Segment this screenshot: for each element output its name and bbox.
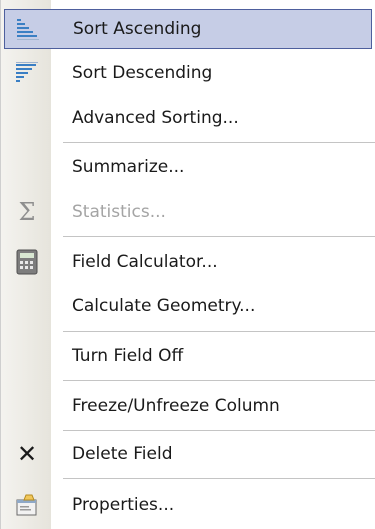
properties-icon [12, 490, 42, 520]
menu-item-properties[interactable]: Properties... [4, 485, 372, 525]
menu-separator [63, 142, 375, 143]
context-menu: Sort Ascending Sort Descending Advanced … [0, 0, 375, 529]
menu-item-label: Freeze/Unfreeze Column [72, 396, 280, 416]
menu-item-label: Properties... [72, 495, 175, 515]
menu-item-label: Calculate Geometry... [72, 296, 256, 316]
menu-item-label: Delete Field [72, 444, 173, 464]
menu-item-freeze-unfreeze-column[interactable]: Freeze/Unfreeze Column [4, 386, 372, 426]
menu-item-turn-field-off[interactable]: Turn Field Off [4, 336, 372, 376]
sigma-icon: Σ [18, 198, 36, 226]
menu-item-label: Summarize... [72, 157, 185, 177]
menu-item-calculate-geometry[interactable]: Calculate Geometry... [4, 286, 372, 326]
menu-item-label: Sort Ascending [73, 19, 202, 39]
calculator-icon [12, 247, 42, 277]
sort-descending-icon [12, 58, 42, 88]
menu-item-label: Field Calculator... [72, 252, 218, 272]
menu-item-summarize[interactable]: Summarize... [4, 147, 372, 187]
menu-separator [63, 331, 375, 332]
menu-item-label: Statistics... [72, 202, 166, 222]
menu-separator [63, 236, 375, 237]
menu-separator [63, 478, 375, 479]
menu-separator [63, 380, 375, 381]
menu-item-delete-field[interactable]: ✕ Delete Field [4, 434, 372, 474]
menu-item-label: Turn Field Off [72, 346, 184, 366]
menu-item-advanced-sorting[interactable]: Advanced Sorting... [4, 98, 372, 138]
delete-icon: ✕ [16, 440, 38, 468]
menu-item-statistics[interactable]: Σ Statistics... [4, 192, 372, 232]
menu-item-label: Advanced Sorting... [72, 108, 239, 128]
menu-item-field-calculator[interactable]: Field Calculator... [4, 242, 372, 282]
menu-item-sort-ascending[interactable]: Sort Ascending [4, 9, 372, 49]
menu-item-label: Sort Descending [72, 63, 213, 83]
menu-item-sort-descending[interactable]: Sort Descending [4, 53, 372, 93]
menu-separator [63, 430, 375, 431]
sort-ascending-icon [13, 14, 43, 44]
